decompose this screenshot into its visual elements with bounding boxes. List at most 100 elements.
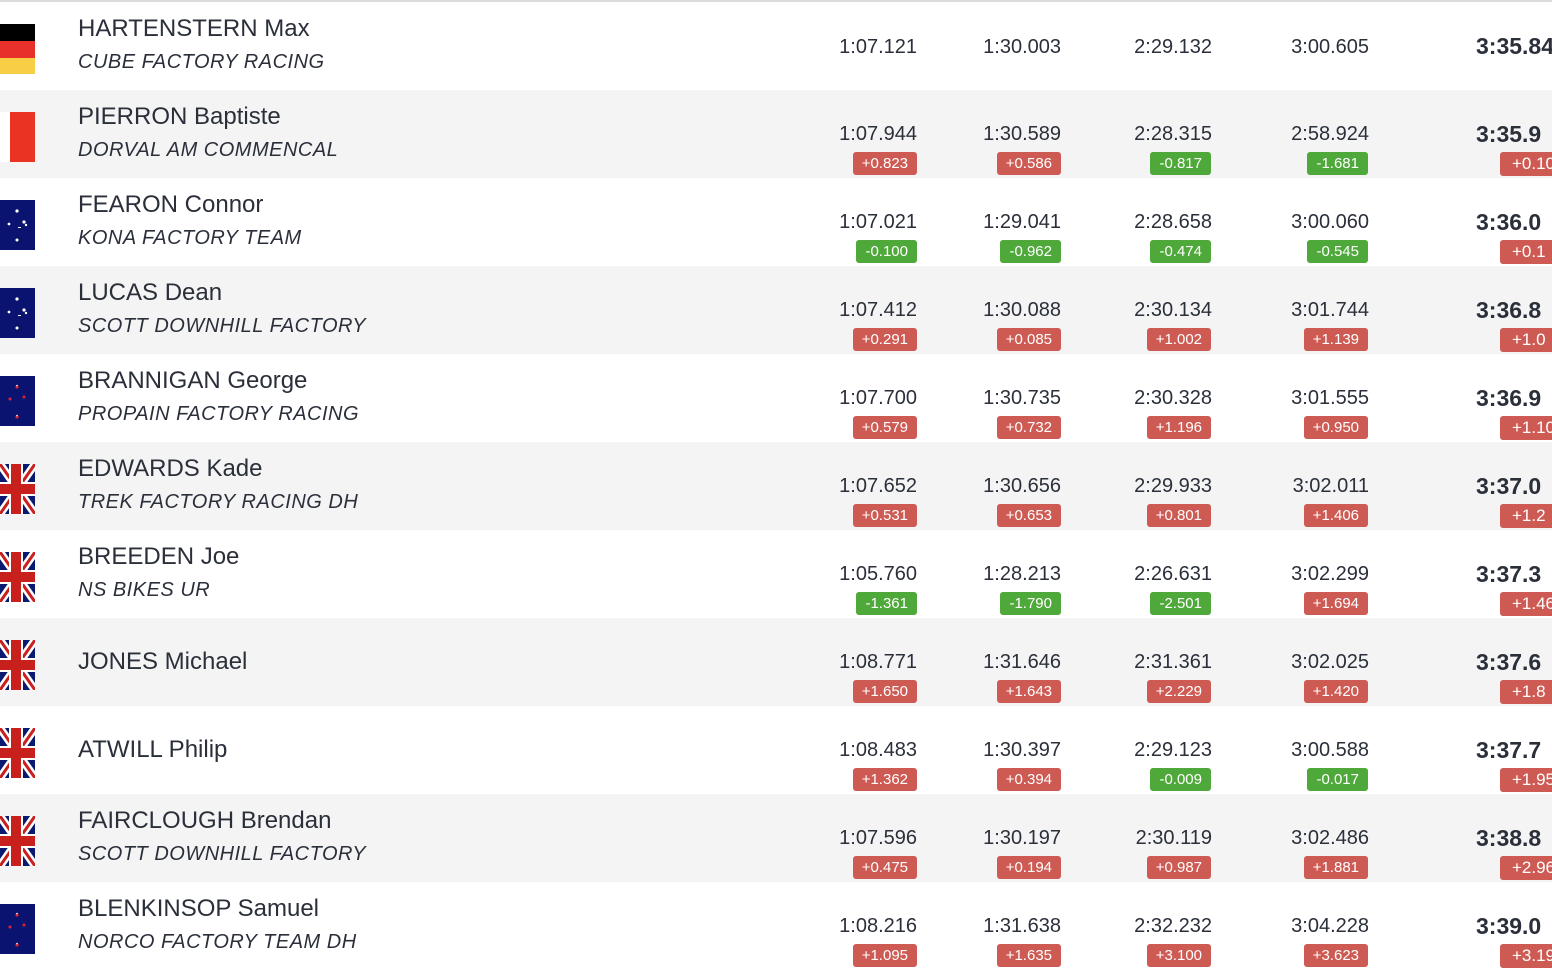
split-3-delta-badge: +1.002 — [1146, 328, 1211, 351]
rider-name[interactable]: FEARON Connor — [78, 190, 263, 220]
rider-team: DORVAL AM COMMENCAL — [78, 139, 339, 161]
split-3-delta-badge: +0.801 — [1146, 504, 1211, 527]
rider-team: TREK FACTORY RACING DH — [78, 491, 359, 513]
split-1-time: 1:08.771 — [839, 651, 917, 673]
split-2-delta-badge: -0.962 — [1000, 240, 1061, 263]
results-table: HARTENSTERN Max CUBE FACTORY RACING 1:07… — [0, 2, 1552, 970]
split-3-time: 2:29.123 — [1134, 739, 1212, 761]
rider-row[interactable]: BREEDEN Joe NS BIKES UR 1:05.760 1:28.21… — [0, 530, 1552, 618]
split-4-time: 3:00.605 — [1291, 36, 1369, 58]
split-2-delta-badge: +0.194 — [996, 856, 1061, 879]
split-4-time: 3:02.299 — [1291, 563, 1369, 585]
split-1-delta-badge: -1.361 — [856, 592, 917, 615]
united-kingdom-flag-icon — [0, 728, 35, 778]
rider-name[interactable]: LUCAS Dean — [78, 278, 222, 308]
rider-row[interactable]: JONES Michael 1:08.771 1:31.646 2:31.361… — [0, 618, 1552, 706]
split-4-time: 3:01.744 — [1291, 299, 1369, 321]
split-2-time: 1:30.397 — [983, 739, 1061, 761]
finish-time: 3:36.8 — [1476, 297, 1542, 323]
rider-name[interactable]: BREEDEN Joe — [78, 542, 239, 572]
rider-team: KONA FACTORY TEAM — [78, 227, 302, 249]
united-kingdom-flag-icon — [0, 816, 35, 866]
split-2-time: 1:30.088 — [983, 299, 1061, 321]
rider-name[interactable]: FAIRCLOUGH Brendan — [78, 806, 331, 836]
united-kingdom-flag-icon — [0, 640, 35, 690]
split-2-time: 1:30.589 — [983, 123, 1061, 145]
split-3-time: 2:28.315 — [1134, 123, 1212, 145]
split-1-delta-badge: +1.362 — [852, 768, 917, 791]
split-3-delta-badge: +3.100 — [1146, 944, 1211, 967]
split-3-time: 2:31.361 — [1134, 651, 1212, 673]
united-kingdom-flag-icon — [0, 464, 35, 514]
split-4-delta-badge: -0.545 — [1307, 240, 1368, 263]
split-1-time: 1:08.216 — [839, 915, 917, 937]
rider-row[interactable]: FAIRCLOUGH Brendan SCOTT DOWNHILL FACTOR… — [0, 794, 1552, 882]
rider-row[interactable]: HARTENSTERN Max CUBE FACTORY RACING 1:07… — [0, 2, 1552, 90]
rider-name[interactable]: BLENKINSOP Samuel — [78, 894, 319, 924]
rider-team: SCOTT DOWNHILL FACTORY — [78, 843, 367, 865]
rider-row[interactable]: FEARON Connor KONA FACTORY TEAM 1:07.021… — [0, 178, 1552, 266]
split-4-time: 3:00.060 — [1291, 211, 1369, 233]
split-2-time: 1:30.656 — [983, 475, 1061, 497]
rider-name[interactable]: JONES Michael — [78, 647, 247, 677]
split-1-delta-badge: +0.579 — [852, 416, 917, 439]
finish-time: 3:37.0 — [1476, 473, 1542, 499]
split-1-time: 1:07.700 — [839, 387, 917, 409]
finish-delta-badge: +1.95 — [1500, 768, 1552, 792]
australia-flag-icon — [0, 200, 35, 250]
rider-row[interactable]: BLENKINSOP Samuel NORCO FACTORY TEAM DH … — [0, 882, 1552, 970]
split-4-time: 3:02.486 — [1291, 827, 1369, 849]
rider-name[interactable]: ATWILL Philip — [78, 735, 227, 765]
split-4-time: 2:58.924 — [1291, 123, 1369, 145]
germany-flag-icon — [0, 24, 35, 74]
rider-name[interactable]: BRANNIGAN George — [78, 366, 307, 396]
split-1-time: 1:07.121 — [839, 36, 917, 58]
split-1-time: 1:07.021 — [839, 211, 917, 233]
split-2-delta-badge: +0.085 — [996, 328, 1061, 351]
split-2-time: 1:30.003 — [983, 36, 1061, 58]
finish-delta-badge: +0.10 — [1500, 152, 1552, 176]
rider-name[interactable]: HARTENSTERN Max — [78, 14, 310, 44]
united-kingdom-flag-icon — [0, 552, 35, 602]
france-flag-icon — [0, 112, 35, 162]
rider-row[interactable]: ATWILL Philip 1:08.483 1:30.397 2:29.123… — [0, 706, 1552, 794]
split-3-time: 2:30.328 — [1134, 387, 1212, 409]
split-2-delta-badge: +0.586 — [996, 152, 1061, 175]
rider-team: NORCO FACTORY TEAM DH — [78, 931, 357, 953]
split-2-delta-badge: +0.732 — [996, 416, 1061, 439]
split-3-delta-badge: -0.474 — [1150, 240, 1211, 263]
finish-delta-badge: +1.0 — [1500, 328, 1552, 352]
split-1-time: 1:05.760 — [839, 563, 917, 585]
split-3-delta-badge: +2.229 — [1146, 680, 1211, 703]
split-3-delta-badge: -2.501 — [1150, 592, 1211, 615]
split-3-time: 2:26.631 — [1134, 563, 1212, 585]
split-1-time: 1:08.483 — [839, 739, 917, 761]
rider-row[interactable]: PIERRON Baptiste DORVAL AM COMMENCAL 1:0… — [0, 90, 1552, 178]
rider-row[interactable]: BRANNIGAN George PROPAIN FACTORY RACING … — [0, 354, 1552, 442]
finish-time: 3:35.9 — [1476, 121, 1542, 147]
split-4-delta-badge: -1.681 — [1307, 152, 1368, 175]
finish-delta-badge: +1.8 — [1500, 680, 1552, 704]
split-4-time: 3:02.011 — [1292, 475, 1369, 497]
split-4-delta-badge: +1.420 — [1303, 680, 1368, 703]
rider-name[interactable]: EDWARDS Kade — [78, 454, 263, 484]
rider-team: PROPAIN FACTORY RACING — [78, 403, 360, 425]
split-4-time: 3:02.025 — [1291, 651, 1369, 673]
rider-row[interactable]: LUCAS Dean SCOTT DOWNHILL FACTORY 1:07.4… — [0, 266, 1552, 354]
rider-row[interactable]: EDWARDS Kade TREK FACTORY RACING DH 1:07… — [0, 442, 1552, 530]
split-2-delta-badge: +0.394 — [996, 768, 1061, 791]
finish-time: 3:37.3 — [1476, 561, 1542, 587]
split-4-delta-badge: -0.017 — [1307, 768, 1368, 791]
split-3-delta-badge: +0.987 — [1146, 856, 1211, 879]
split-3-time: 2:29.132 — [1134, 36, 1212, 58]
split-4-time: 3:04.228 — [1291, 915, 1369, 937]
split-3-delta-badge: +1.196 — [1146, 416, 1211, 439]
rider-name[interactable]: PIERRON Baptiste — [78, 102, 281, 132]
split-1-delta-badge: +0.823 — [852, 152, 917, 175]
rider-team: SCOTT DOWNHILL FACTORY — [78, 315, 367, 337]
split-4-delta-badge: +1.139 — [1303, 328, 1368, 351]
split-2-time: 1:30.197 — [983, 827, 1061, 849]
new-zealand-flag-icon — [0, 376, 35, 426]
finish-time: 3:35.84 — [1476, 33, 1552, 59]
split-2-time: 1:31.646 — [983, 651, 1061, 673]
